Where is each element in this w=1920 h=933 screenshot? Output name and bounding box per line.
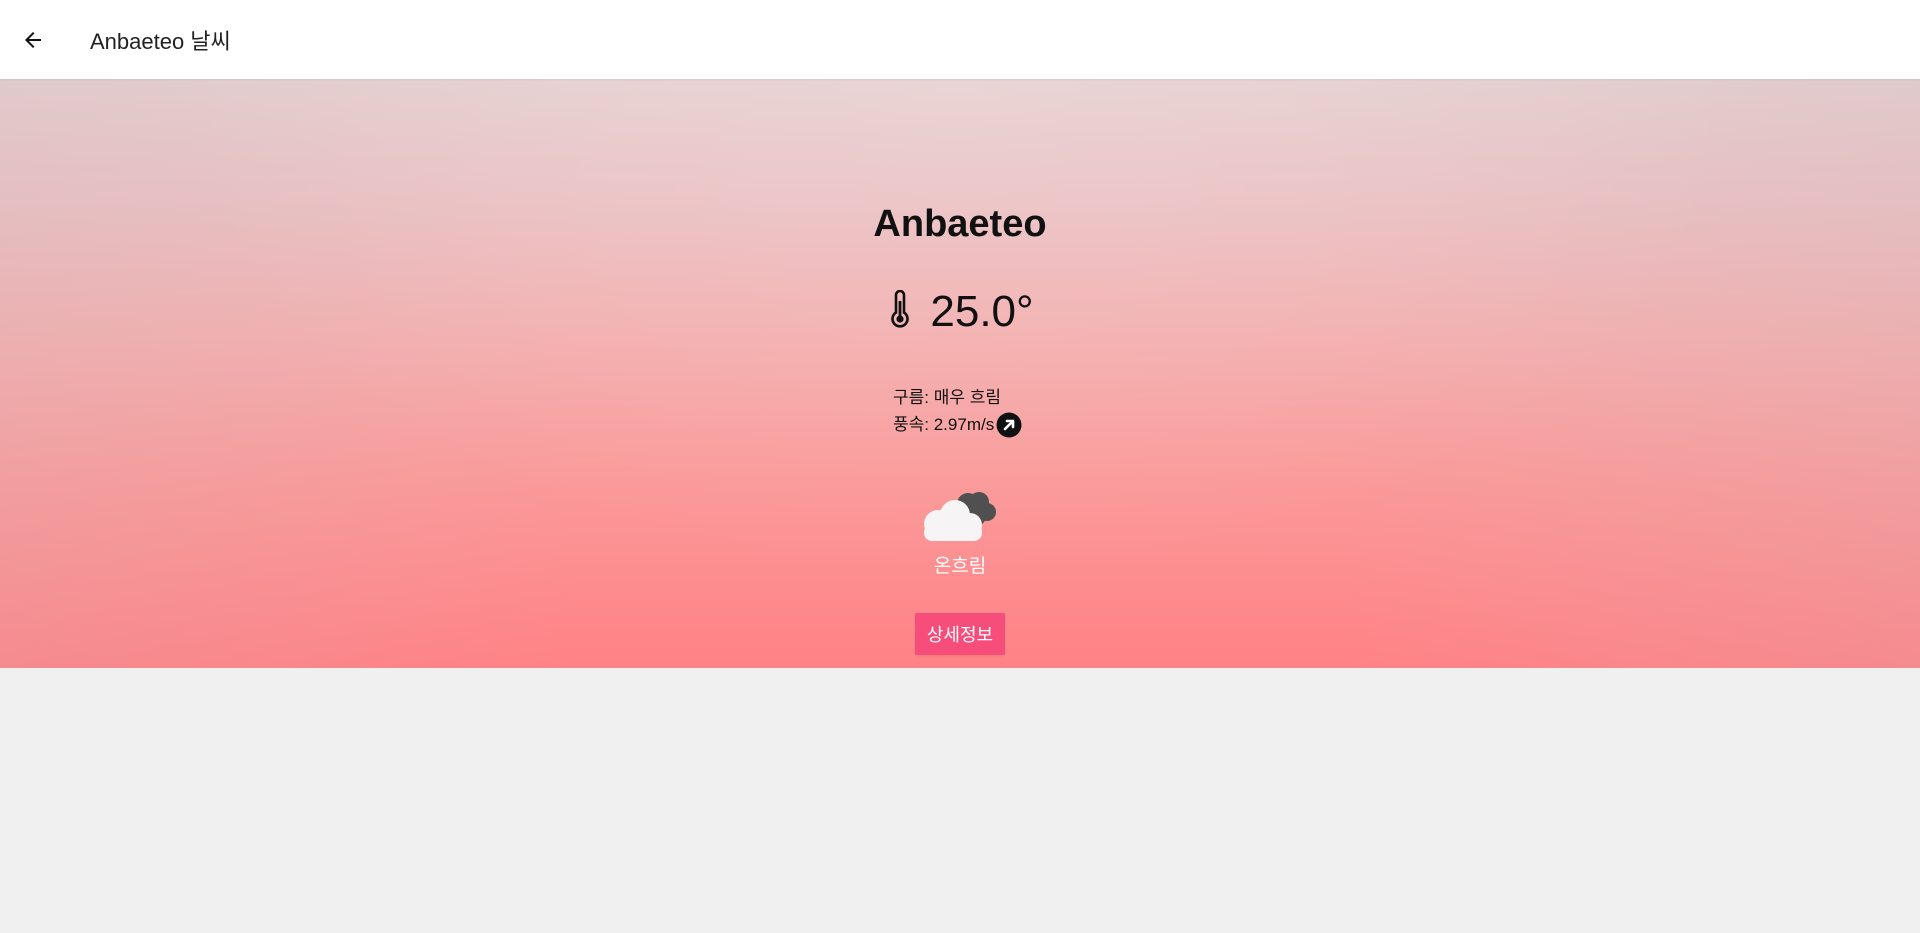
- city-name: Anbaeteo: [873, 203, 1047, 245]
- back-button[interactable]: [17, 24, 49, 56]
- wind-direction-arrow-icon: [996, 412, 1022, 437]
- wind-speed-row: 풍속: 2.97m/s: [893, 411, 1022, 438]
- condition-text: 온흐림: [933, 556, 987, 577]
- wind-speed-text: 풍속: 2.97m/s: [893, 415, 995, 434]
- thermometer-icon: [891, 290, 910, 328]
- app-bar: Anbaeteo 날씨: [0, 0, 1920, 79]
- temperature-value: 25.0°: [930, 287, 1034, 336]
- cloud-coverage-text: 구름: 매우 흐림: [893, 388, 1002, 407]
- condition-icon-wrap: [0, 487, 1920, 543]
- overcast-clouds-icon: [924, 492, 996, 541]
- weather-details: 구름: 매우 흐림 풍속: 2.97m/s: [893, 384, 1022, 438]
- temperature-row: 25.0°: [0, 287, 1920, 337]
- arrow-left-icon: [25, 31, 41, 48]
- app-bar-title: Anbaeteo 날씨: [90, 28, 231, 54]
- weather-hero: Anbaeteo 25.0° 구름: 매우 흐림 풍속: 2.97m/s 온흐림…: [0, 79, 1920, 668]
- detail-info-button[interactable]: 상세정보: [915, 613, 1005, 655]
